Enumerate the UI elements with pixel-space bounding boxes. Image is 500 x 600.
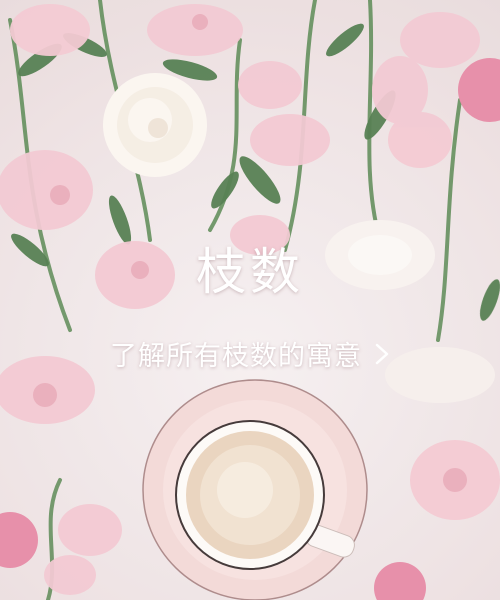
link-label: 了解所有枝数的寓意 [110,341,362,372]
page-title: 枝数 [196,243,304,301]
chevron-right-icon [375,343,389,364]
learn-meaning-link[interactable]: 了解所有枝数的寓意 [0,334,500,373]
hero-banner[interactable]: 枝数 了解所有枝数的寓意 [0,0,500,600]
